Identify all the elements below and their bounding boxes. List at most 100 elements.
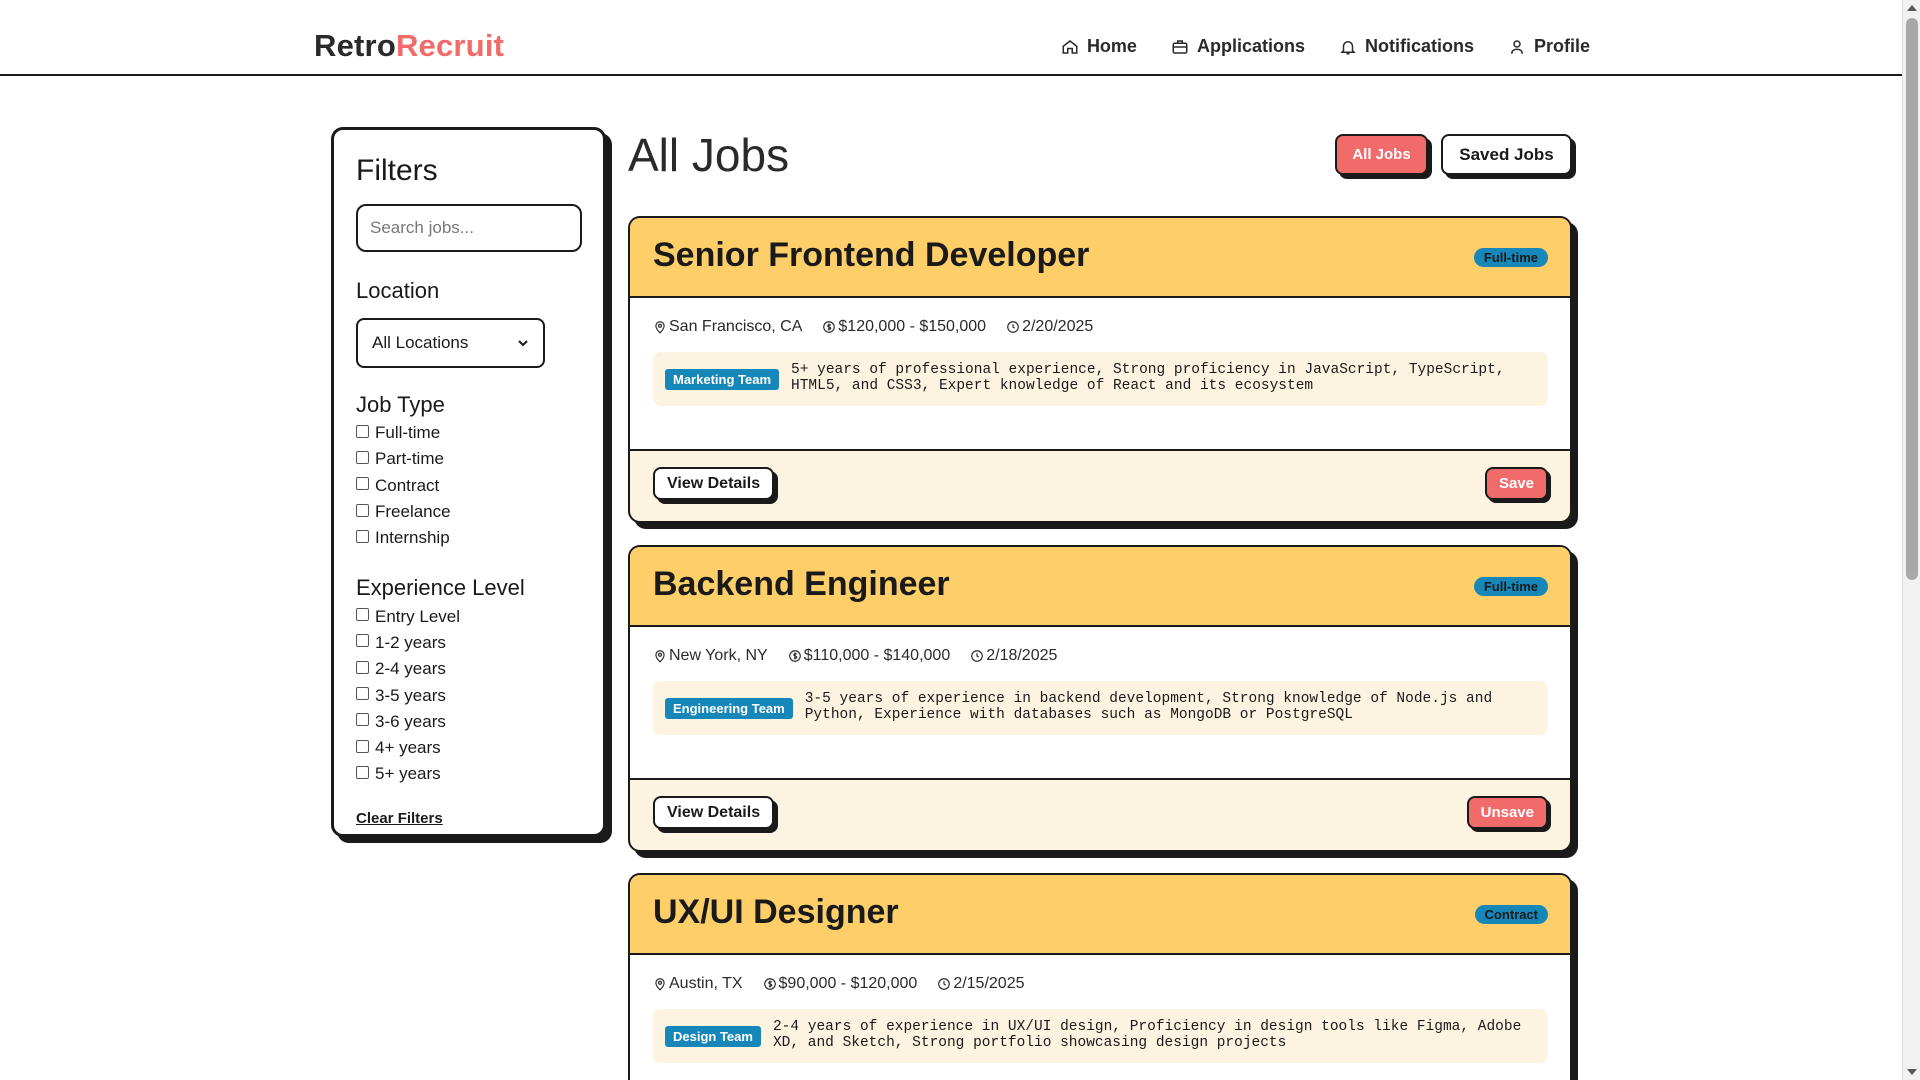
experience-option[interactable]: 2-4 years bbox=[356, 656, 581, 682]
checkbox[interactable] bbox=[356, 765, 369, 779]
checkbox[interactable] bbox=[356, 477, 369, 491]
team-badge: Design Team bbox=[665, 1026, 761, 1047]
save-button[interactable]: Save bbox=[1484, 467, 1548, 500]
brand-part-1: Retro bbox=[314, 28, 396, 63]
nav-profile-label: Profile bbox=[1533, 36, 1590, 56]
checkbox[interactable] bbox=[356, 608, 369, 622]
experience-option[interactable]: 1-2 years bbox=[356, 630, 581, 656]
main-nav: Home Applications Notifications Profile bbox=[1061, 36, 1590, 57]
requirements-text: 3-5 years of experience in backend devel… bbox=[804, 691, 1493, 723]
top-nav-bar: RetroRecruit Home Applications Notificat… bbox=[0, 0, 1902, 76]
experience-option[interactable]: 3-6 years bbox=[356, 709, 581, 735]
checkbox[interactable] bbox=[356, 634, 369, 648]
nav-applications[interactable]: Applications bbox=[1171, 36, 1305, 57]
page-scrollbar[interactable] bbox=[1902, 0, 1920, 1080]
experience-option[interactable]: Entry Level bbox=[356, 603, 581, 629]
nav-notifications[interactable]: Notifications bbox=[1339, 36, 1474, 57]
job-title: Backend Engineer bbox=[653, 565, 950, 603]
job-type-option[interactable]: Internship bbox=[356, 525, 581, 551]
job-card: Backend Engineer Full-time New York, NY … bbox=[628, 545, 1572, 852]
team-badge: Marketing Team bbox=[665, 369, 780, 390]
job-card-body: Austin, TX $90,000 - $120,000 2/15/2025 … bbox=[630, 955, 1570, 1080]
scroll-down-arrow-icon[interactable] bbox=[1907, 1069, 1917, 1075]
nav-applications-label: Applications bbox=[1196, 36, 1305, 56]
experience-option[interactable]: 5+ years bbox=[356, 761, 581, 787]
checkbox[interactable] bbox=[356, 660, 369, 674]
user-icon bbox=[1510, 39, 1523, 54]
experience-option[interactable]: 4+ years bbox=[356, 735, 581, 761]
job-type-option[interactable]: Part-time bbox=[356, 446, 581, 472]
experience-level-label: Experience Level bbox=[356, 575, 525, 601]
filters-panel: Filters Location All Locations Job Type … bbox=[331, 127, 606, 837]
option-label: Freelance bbox=[375, 502, 451, 522]
dollar-circle-icon bbox=[788, 650, 801, 662]
job-location: New York, NY bbox=[653, 647, 768, 665]
job-type-option[interactable]: Full-time bbox=[356, 420, 581, 446]
view-details-button[interactable]: View Details bbox=[653, 467, 775, 500]
checkbox[interactable] bbox=[356, 450, 369, 464]
checkbox[interactable] bbox=[356, 529, 369, 543]
nav-profile[interactable]: Profile bbox=[1508, 36, 1590, 57]
option-label: Entry Level bbox=[375, 606, 461, 626]
option-label: Part-time bbox=[375, 449, 444, 469]
option-label: Internship bbox=[375, 528, 450, 548]
job-date-text: 2/20/2025 bbox=[1022, 318, 1094, 335]
clock-icon bbox=[938, 978, 951, 990]
job-date: 2/20/2025 bbox=[1006, 318, 1093, 336]
job-location: Austin, TX bbox=[653, 975, 743, 993]
location-select-value: All Locations bbox=[372, 333, 469, 352]
job-salary: $90,000 - $120,000 bbox=[763, 975, 917, 993]
saved-jobs-button[interactable]: Saved Jobs bbox=[1441, 134, 1572, 175]
home-icon bbox=[1062, 39, 1078, 54]
job-requirements: Marketing Team 5+ years of professional … bbox=[653, 352, 1548, 406]
job-location-text: New York, NY bbox=[669, 647, 768, 664]
nav-home[interactable]: Home bbox=[1061, 36, 1137, 57]
page-title: All Jobs bbox=[628, 129, 790, 181]
option-label: Contract bbox=[375, 475, 440, 495]
job-salary: $120,000 - $150,000 bbox=[822, 318, 986, 336]
scroll-up-arrow-icon[interactable] bbox=[1907, 5, 1917, 11]
scroll-thumb[interactable] bbox=[1906, 18, 1918, 580]
brand-part-2: Recruit bbox=[395, 28, 505, 63]
bell-icon bbox=[1340, 40, 1356, 54]
job-type-badge: Contract bbox=[1474, 905, 1548, 924]
job-type-badge: Full-time bbox=[1473, 248, 1548, 267]
map-pin-icon bbox=[655, 321, 665, 334]
job-salary-text: $120,000 - $150,000 bbox=[838, 318, 987, 335]
option-label: 4+ years bbox=[375, 738, 441, 758]
job-card-body: San Francisco, CA $120,000 - $150,000 2/… bbox=[630, 298, 1570, 451]
option-label: 1-2 years bbox=[375, 632, 446, 652]
unsave-button[interactable]: Unsave bbox=[1466, 796, 1548, 829]
brand-logo[interactable]: RetroRecruit bbox=[314, 28, 504, 64]
checkbox[interactable] bbox=[356, 503, 369, 517]
nav-notifications-label: Notifications bbox=[1364, 36, 1474, 56]
job-card-footer: View Details Unsave bbox=[630, 780, 1570, 850]
job-location-text: San Francisco, CA bbox=[669, 318, 803, 335]
requirements-text: 2-4 years of experience in UX/UI design,… bbox=[772, 1019, 1522, 1051]
job-card-footer: View Details Save bbox=[630, 451, 1570, 521]
checkbox[interactable] bbox=[356, 739, 369, 753]
job-type-option[interactable]: Contract bbox=[356, 473, 581, 499]
location-select[interactable]: All Locations bbox=[356, 318, 545, 368]
option-label: 3-6 years bbox=[375, 711, 446, 731]
job-type-option[interactable]: Freelance bbox=[356, 499, 581, 525]
checkbox[interactable] bbox=[356, 687, 369, 701]
clock-icon bbox=[971, 650, 984, 662]
job-title: UX/UI Designer bbox=[653, 893, 899, 931]
nav-home-label: Home bbox=[1086, 36, 1137, 56]
view-details-button[interactable]: View Details bbox=[653, 796, 775, 829]
job-type-list: Full-time Part-time Contract Freelance I… bbox=[356, 420, 581, 551]
checkbox[interactable] bbox=[356, 424, 369, 438]
checkbox[interactable] bbox=[356, 713, 369, 727]
job-meta: San Francisco, CA $120,000 - $150,000 2/… bbox=[653, 318, 1093, 336]
all-jobs-button[interactable]: All Jobs bbox=[1335, 134, 1428, 175]
filters-title: Filters bbox=[356, 154, 438, 187]
job-title: Senior Frontend Developer bbox=[653, 236, 1090, 274]
search-input[interactable] bbox=[356, 204, 582, 252]
job-requirements: Design Team 2-4 years of experience in U… bbox=[653, 1009, 1548, 1063]
experience-option[interactable]: 3-5 years bbox=[356, 682, 581, 708]
job-type-badge: Full-time bbox=[1473, 577, 1548, 596]
clear-filters-link[interactable]: Clear Filters bbox=[356, 810, 443, 827]
job-card: Senior Frontend Developer Full-time San … bbox=[628, 216, 1572, 523]
location-label: Location bbox=[356, 278, 440, 303]
